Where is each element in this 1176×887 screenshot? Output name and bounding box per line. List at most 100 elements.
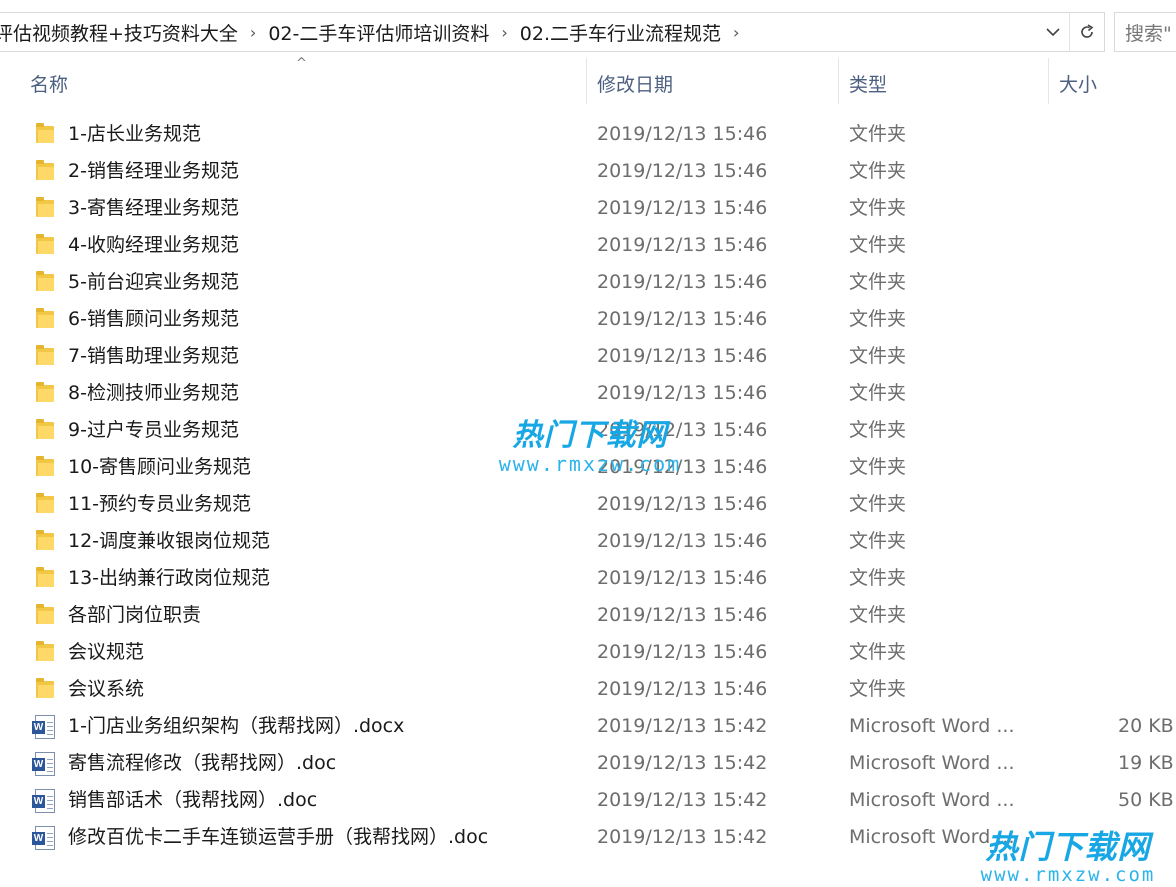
file-modified-date: 2019/12/13 15:46: [597, 456, 768, 478]
breadcrumb-item[interactable]: 02.二手车行业流程规范: [516, 19, 725, 46]
column-header-size[interactable]: 大小: [1049, 58, 1176, 108]
file-icon-cell: W: [32, 708, 56, 745]
file-type: Microsoft Word ...: [849, 789, 1015, 811]
file-row[interactable]: 11-预约专员业务规范 2019/12/13 15:46 文件夹: [0, 486, 1176, 523]
file-type: 文件夹: [849, 456, 907, 478]
file-modified-date: 2019/12/13 15:46: [597, 567, 768, 589]
file-row[interactable]: 会议系统 2019/12/13 15:46 文件夹: [0, 671, 1176, 708]
file-name: 寄售流程修改（我帮找网）.doc: [68, 752, 337, 774]
file-name: 9-过户专员业务规范: [68, 419, 239, 441]
word-doc-icon: W: [32, 788, 55, 813]
folder-icon: [36, 197, 54, 217]
file-name: 13-出纳兼行政岗位规范: [68, 567, 271, 589]
file-row[interactable]: 6-销售顾问业务规范 2019/12/13 15:46 文件夹: [0, 301, 1176, 338]
file-type: 文件夹: [849, 419, 907, 441]
file-type: 文件夹: [849, 530, 907, 552]
file-size: 19 KB: [1118, 752, 1174, 774]
file-row[interactable]: 12-调度兼收银岗位规范 2019/12/13 15:46 文件夹: [0, 523, 1176, 560]
file-name: 4-收购经理业务规范: [68, 234, 239, 256]
folder-icon: [36, 271, 54, 291]
breadcrumb-item[interactable]: 02-二手车评估师培训资料: [264, 19, 493, 46]
file-modified-date: 2019/12/13 15:46: [597, 382, 768, 404]
folder-icon: [36, 345, 54, 365]
file-row[interactable]: 各部门岗位职责 2019/12/13 15:46 文件夹: [0, 597, 1176, 634]
breadcrumb-chevron-icon[interactable]: ›: [493, 23, 515, 42]
file-type: 文件夹: [849, 641, 907, 663]
file-icon-cell: [34, 227, 56, 264]
file-size: 50 KB: [1118, 789, 1174, 811]
file-row[interactable]: 13-出纳兼行政岗位规范 2019/12/13 15:46 文件夹: [0, 560, 1176, 597]
file-row[interactable]: 9-过户专员业务规范 2019/12/13 15:46 文件夹: [0, 412, 1176, 449]
file-type: 文件夹: [849, 382, 907, 404]
file-row[interactable]: 会议规范 2019/12/13 15:46 文件夹: [0, 634, 1176, 671]
file-row[interactable]: 1-店长业务规范 2019/12/13 15:46 文件夹: [0, 116, 1176, 153]
file-name: 10-寄售顾问业务规范: [68, 456, 252, 478]
column-header-row: ^ 名称 修改日期 类型 大小: [0, 56, 1176, 108]
file-icon-cell: [34, 412, 56, 449]
address-history-dropdown[interactable]: [1036, 13, 1070, 51]
file-name: 11-预约专员业务规范: [68, 493, 252, 515]
column-header-type[interactable]: 类型: [839, 58, 1048, 108]
file-modified-date: 2019/12/13 15:46: [597, 308, 768, 330]
column-header-date[interactable]: 修改日期: [587, 58, 838, 108]
refresh-button[interactable]: [1069, 13, 1104, 51]
search-input[interactable]: 搜索": [1114, 12, 1176, 52]
word-doc-icon: W: [32, 714, 55, 739]
file-name: 2-销售经理业务规范: [68, 160, 239, 182]
file-type: 文件夹: [849, 567, 907, 589]
file-modified-date: 2019/12/13 15:46: [597, 123, 768, 145]
watermark-url: www.rmxzw.com: [980, 864, 1156, 886]
file-row[interactable]: W 寄售流程修改（我帮找网）.doc 2019/12/13 15:42 Microso…: [0, 745, 1176, 782]
file-name: 8-检测技师业务规范: [68, 382, 239, 404]
file-name: 12-调度兼收银岗位规范: [68, 530, 271, 552]
folder-icon: [36, 419, 54, 439]
folder-icon: [36, 382, 54, 402]
folder-icon: [36, 123, 54, 143]
file-row[interactable]: W 修改百优卡二手车连锁运营手册（我帮找网）.doc 2019/12/13 15:4…: [0, 819, 1176, 856]
file-modified-date: 2019/12/13 15:42: [597, 752, 768, 774]
file-type: 文件夹: [849, 308, 907, 330]
folder-icon: [36, 604, 54, 624]
folder-icon: [36, 308, 54, 328]
file-row[interactable]: 10-寄售顾问业务规范 2019/12/13 15:46 文件夹: [0, 449, 1176, 486]
file-row[interactable]: W 销售部话术（我帮找网）.doc 2019/12/13 15:42 Microsof…: [0, 782, 1176, 819]
file-row[interactable]: 8-检测技师业务规范 2019/12/13 15:46 文件夹: [0, 375, 1176, 412]
folder-icon: [36, 456, 54, 476]
file-modified-date: 2019/12/13 15:42: [597, 789, 768, 811]
file-icon-cell: W: [32, 782, 56, 819]
file-icon-cell: [34, 190, 56, 227]
file-icon-cell: [34, 560, 56, 597]
file-name: 会议系统: [68, 678, 145, 700]
file-row[interactable]: 2-销售经理业务规范 2019/12/13 15:46 文件夹: [0, 153, 1176, 190]
file-row[interactable]: W 1-门店业务组织架构（我帮找网）.docx 2019/12/13 15:42 Mi…: [0, 708, 1176, 745]
file-type: 文件夹: [849, 160, 907, 182]
file-modified-date: 2019/12/13 15:46: [597, 234, 768, 256]
file-type: Microsoft Word ...: [849, 715, 1015, 737]
file-row[interactable]: 4-收购经理业务规范 2019/12/13 15:46 文件夹: [0, 227, 1176, 264]
file-row[interactable]: 3-寄售经理业务规范 2019/12/13 15:46 文件夹: [0, 190, 1176, 227]
file-modified-date: 2019/12/13 15:42: [597, 715, 768, 737]
file-name: 各部门岗位职责: [68, 604, 202, 626]
folder-icon: [36, 493, 54, 513]
file-type: 文件夹: [849, 678, 907, 700]
file-list: 1-店长业务规范 2019/12/13 15:46 文件夹 2-销售经理业务规范 201…: [0, 116, 1176, 856]
file-row[interactable]: 5-前台迎宾业务规范 2019/12/13 15:46 文件夹: [0, 264, 1176, 301]
address-bar[interactable]: 评估视频教程+技巧资料大全 › 02-二手车评估师培训资料 › 02.二手车行业…: [0, 12, 1105, 52]
file-icon-cell: [34, 523, 56, 560]
breadcrumb-chevron-icon[interactable]: ›: [242, 23, 264, 42]
file-name: 3-寄售经理业务规范: [68, 197, 239, 219]
breadcrumb-item[interactable]: 评估视频教程+技巧资料大全: [0, 19, 242, 46]
file-icon-cell: [34, 634, 56, 671]
file-modified-date: 2019/12/13 15:46: [597, 197, 768, 219]
word-doc-icon: W: [32, 751, 55, 776]
folder-icon: [36, 567, 54, 587]
breadcrumb-chevron-icon[interactable]: ›: [725, 23, 747, 42]
address-bar-region: 评估视频教程+技巧资料大全 › 02-二手车评估师培训资料 › 02.二手车行业…: [0, 0, 1176, 62]
file-icon-cell: [34, 116, 56, 153]
column-header-name[interactable]: 名称: [20, 58, 586, 108]
file-row[interactable]: 7-销售助理业务规范 2019/12/13 15:46 文件夹: [0, 338, 1176, 375]
file-icon-cell: W: [32, 745, 56, 782]
file-icon-cell: [34, 338, 56, 375]
file-modified-date: 2019/12/13 15:42: [597, 826, 768, 848]
word-doc-icon: W: [32, 825, 55, 850]
